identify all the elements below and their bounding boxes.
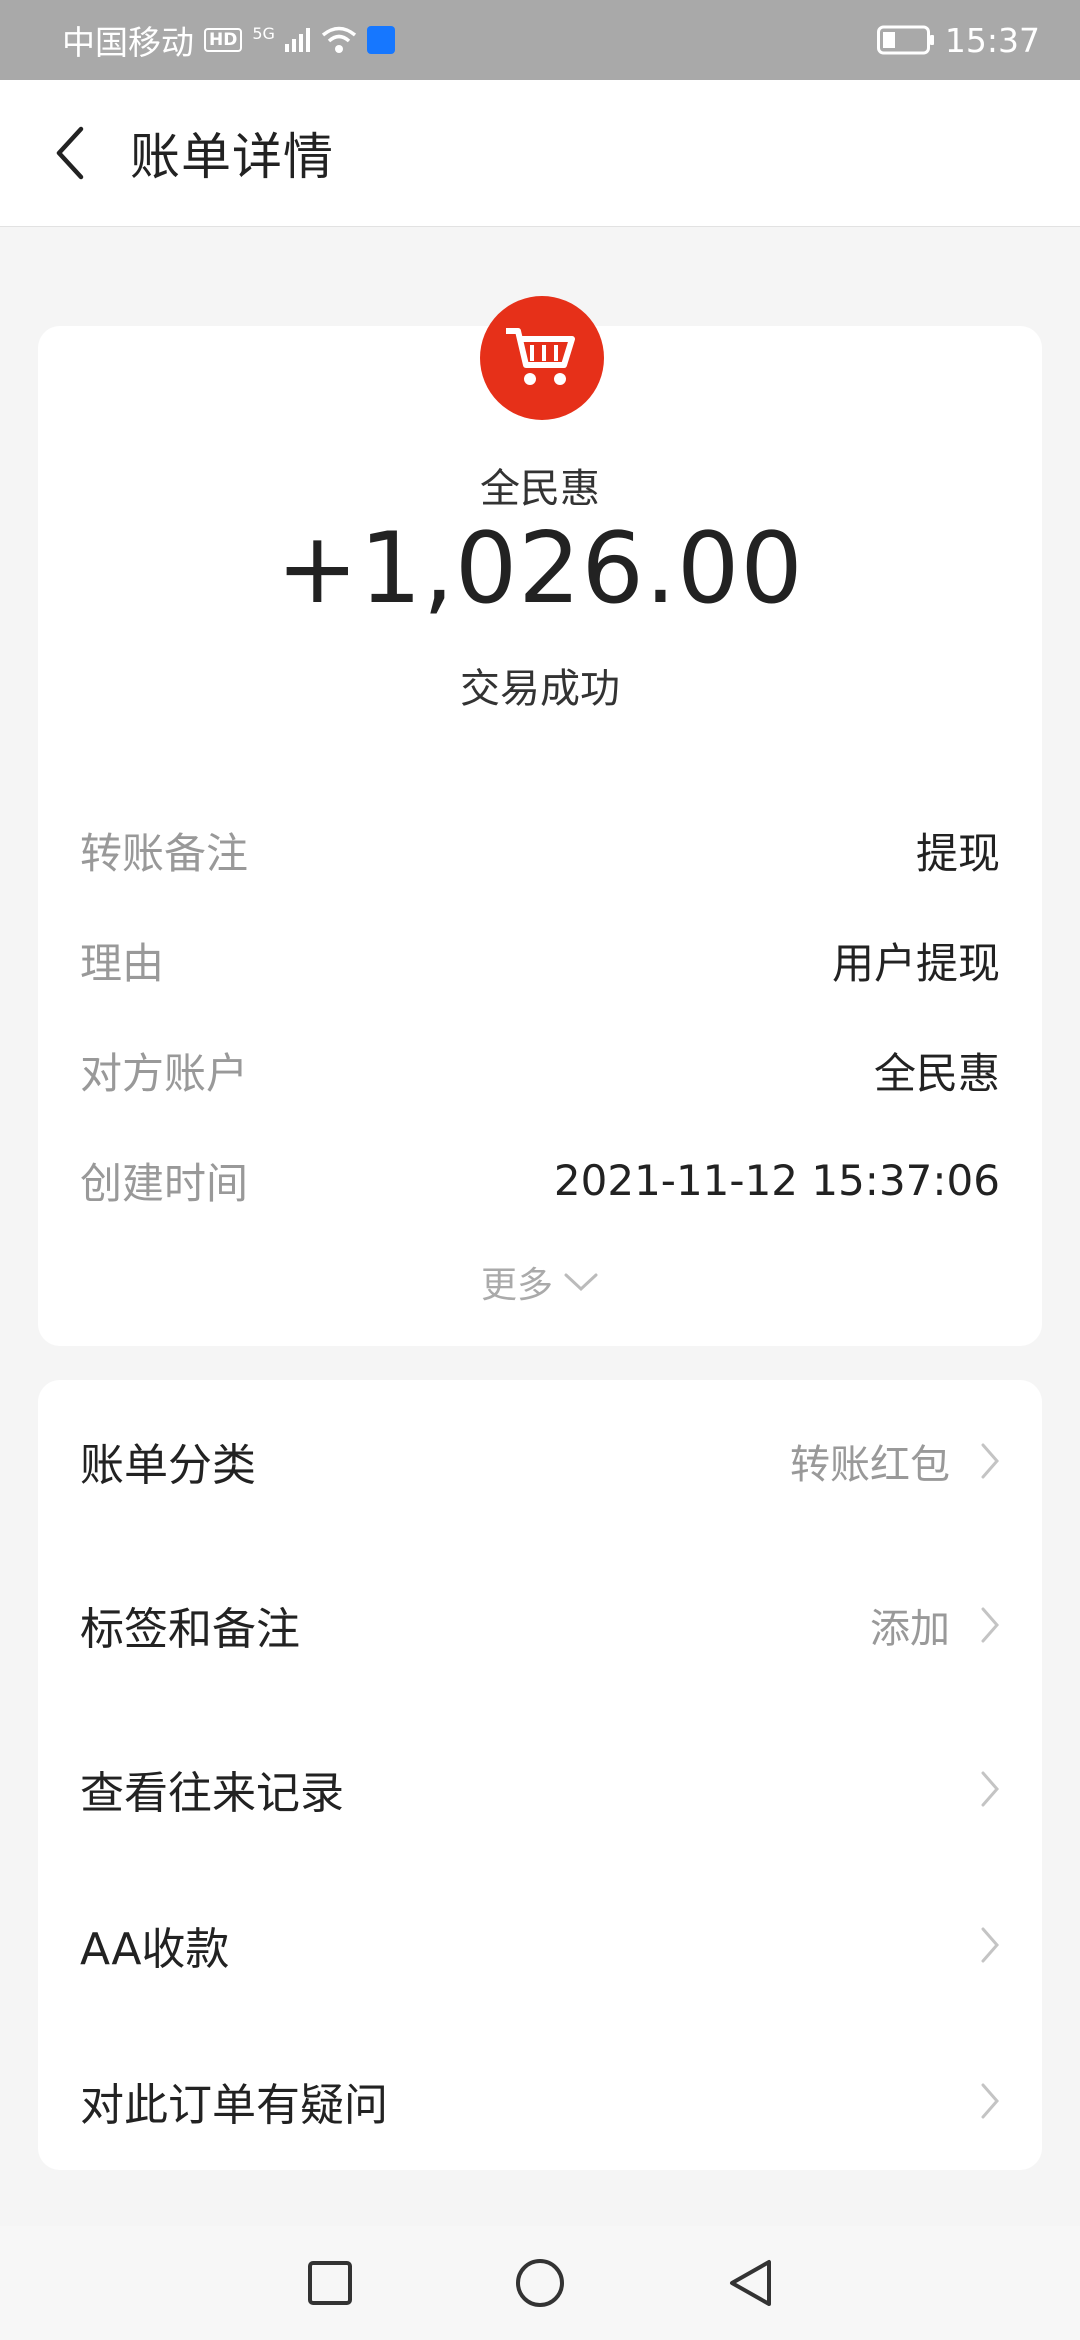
recent-apps-button[interactable] [300,2253,360,2313]
chevron-right-icon [981,1927,999,1963]
system-back-button[interactable] [720,2253,780,2313]
detail-label: 创建时间 [80,1158,249,1208]
list-item-label: 标签和备注 [80,1604,300,1655]
list-item-tags-notes[interactable]: 标签和备注 添加 [80,1580,1000,1670]
status-bar-left: 中国移动 HD 5G [62,16,395,64]
detail-label: 理由 [80,938,165,988]
list-item-history[interactable]: 查看往来记录 [80,1744,1000,1834]
chevron-right-icon [981,1771,999,1807]
detail-row-reason: 理由 用户提现 [80,930,1000,990]
list-item-aa-collect[interactable]: AA收款 [80,1900,1000,1990]
chevron-right-icon [981,1443,999,1479]
list-item-label: AA收款 [80,1924,230,1975]
list-item-right: 添加 [870,1596,1000,1654]
wifi-icon [321,26,357,53]
list-item-right [950,2082,1000,2120]
list-item-right [950,1926,1000,1964]
list-item-right [950,1770,1000,1808]
status-bar-right: 15:37 [876,20,1040,60]
chevron-right-icon [981,1607,999,1643]
list-item-value: 添加 [870,1606,950,1652]
clock: 15:37 [944,20,1040,60]
chevron-right-icon [981,2083,999,2119]
transaction-card: 全民惠 +1,026.00 交易成功 转账备注 提现 理由 用户提现 对方账户 … [38,296,1042,1346]
detail-row-created-time: 创建时间 2021-11-12 15:37:06 [80,1150,1000,1210]
list-item-label: 对此订单有疑问 [80,2080,388,2131]
hd-badge: HD [204,28,243,52]
list-item-bill-category[interactable]: 账单分类 转账红包 [80,1416,1000,1506]
detail-row-counterparty: 对方账户 全民惠 [80,1040,1000,1100]
merchant-name: 全民惠 [480,466,600,512]
page-title: 账单详情 [130,128,334,186]
alipay-notify-icon [366,26,395,54]
detail-value: 2021-11-12 15:37:06 [553,1155,1000,1205]
transaction-status: 交易成功 [460,666,620,712]
list-item-label: 账单分类 [80,1440,256,1491]
network-label: 5G [252,23,275,43]
detail-value: 提现 [915,828,1000,878]
back-button[interactable] [40,123,100,183]
list-item-label: 查看往来记录 [80,1768,344,1819]
circle-icon [516,2259,564,2307]
list-item-right: 转账红包 [790,1432,1000,1490]
chevron-left-icon [56,126,84,180]
more-label: 更多 [480,1265,553,1306]
actions-card: 账单分类 转账红包 标签和备注 添加 查看往来记录 AA收款 对此订单有疑问 [38,1380,1042,2170]
more-toggle[interactable]: 更多 [38,1256,1042,1308]
detail-value: 用户提现 [831,938,1000,988]
square-icon [308,2261,352,2305]
chevron-down-icon [564,1273,598,1292]
signal-icon [284,28,310,52]
home-button[interactable] [510,2253,570,2313]
system-nav-bar [0,2226,1080,2340]
battery-icon [876,25,934,55]
detail-row-remark: 转账备注 提现 [80,820,1000,880]
carrier-label: 中国移动 [62,23,194,62]
shopping-cart-icon [506,328,575,385]
detail-label: 转账备注 [80,828,249,878]
list-item-order-question[interactable]: 对此订单有疑问 [80,2056,1000,2146]
detail-value: 全民惠 [873,1048,1000,1098]
status-bar: 中国移动 HD 5G 15:37 [0,0,1080,80]
triangle-back-icon [730,2260,771,2306]
detail-label: 对方账户 [80,1048,249,1098]
header-bar: 账单详情 [0,80,1080,227]
list-item-value: 转账红包 [790,1442,950,1488]
transaction-amount: +1,026.00 [276,512,804,626]
merchant-logo [480,296,604,420]
